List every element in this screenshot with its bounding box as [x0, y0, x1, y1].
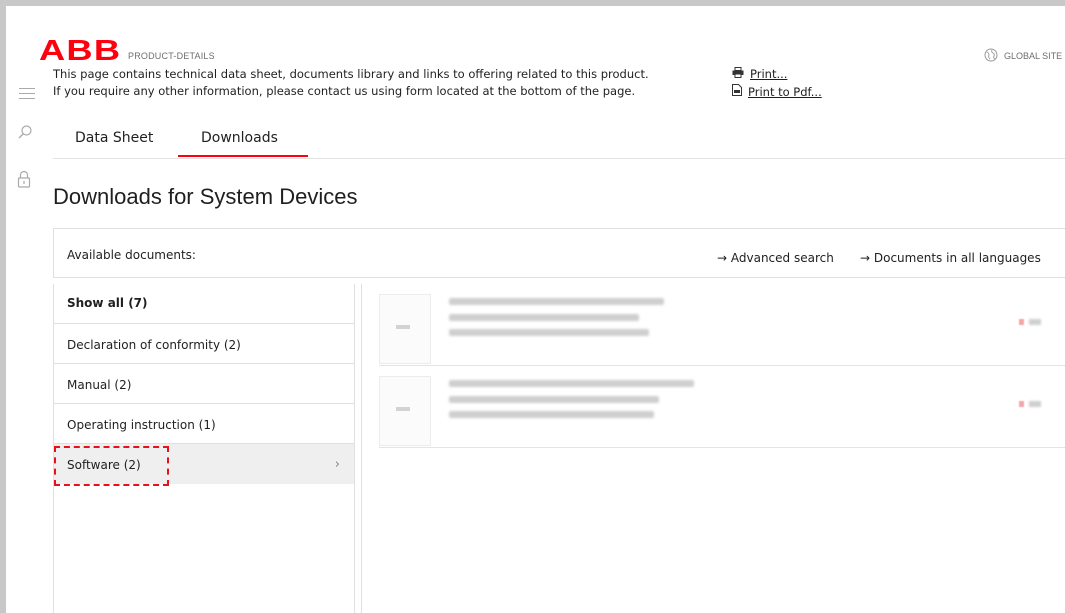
- available-documents-label: Available documents:: [67, 248, 196, 262]
- active-tab-indicator: [178, 155, 308, 157]
- breadcrumb[interactable]: PRODUCT-DETAILS: [128, 51, 215, 61]
- document-row[interactable]: [379, 294, 1065, 366]
- document-thumbnail: [379, 376, 431, 446]
- tab-data-sheet[interactable]: Data Sheet: [75, 130, 153, 146]
- blurred-document-meta: [449, 314, 639, 321]
- print-label: Print...: [750, 67, 788, 81]
- menu-icon[interactable]: [19, 84, 35, 103]
- chevron-right-icon: ›: [334, 457, 340, 472]
- all-languages-link[interactable]: → Documents in all languages: [860, 251, 1041, 265]
- category-manual[interactable]: Manual (2): [54, 364, 354, 404]
- tab-downloads[interactable]: Downloads: [201, 130, 278, 146]
- category-declaration-of-conformity[interactable]: Declaration of conformity (2): [54, 324, 354, 364]
- documents-toolbar: Available documents: → Advanced search →…: [53, 228, 1065, 278]
- page-title: Downloads for System Devices: [53, 184, 358, 209]
- print-to-pdf-link[interactable]: Print to Pdf...: [732, 84, 822, 99]
- document-results: [361, 284, 1065, 613]
- global-site-label: GLOBAL SITE: [1004, 51, 1063, 61]
- blurred-document-meta: [449, 396, 659, 403]
- blurred-document-title: [449, 380, 694, 387]
- intro-text-line2: If you require any other information, pl…: [53, 84, 636, 98]
- advanced-search-link[interactable]: → Advanced search: [717, 251, 834, 265]
- highlight-annotation: [54, 446, 169, 486]
- blurred-file-size: [1029, 319, 1041, 325]
- blurred-document-title: [449, 298, 664, 305]
- print-to-pdf-label: Print to Pdf...: [748, 84, 822, 99]
- category-show-all[interactable]: Show all (7): [54, 284, 354, 324]
- blurred-file-size: [1029, 401, 1041, 407]
- tab-bar: Data Sheet Downloads: [53, 118, 1065, 159]
- global-site-link[interactable]: GLOBAL SITE: [984, 48, 1062, 64]
- window-frame-top: [0, 0, 1065, 6]
- document-thumbnail: [379, 294, 431, 364]
- pdf-icon: [732, 84, 742, 99]
- document-row[interactable]: [379, 376, 1065, 448]
- file-type-marker: [1019, 401, 1024, 407]
- window-frame-left: [0, 0, 6, 613]
- file-type-marker: [1019, 319, 1024, 325]
- category-operating-instruction[interactable]: Operating instruction (1): [54, 404, 354, 444]
- search-icon[interactable]: [17, 124, 33, 144]
- intro-text-line1: This page contains technical data sheet,…: [53, 67, 649, 81]
- blurred-document-meta: [449, 329, 649, 336]
- blurred-document-meta: [449, 411, 654, 418]
- lock-icon[interactable]: [17, 170, 31, 192]
- printer-icon: [732, 67, 744, 81]
- print-link[interactable]: Print...: [732, 67, 787, 81]
- globe-icon: [984, 48, 998, 64]
- abb-logo[interactable]: ABB: [39, 35, 120, 67]
